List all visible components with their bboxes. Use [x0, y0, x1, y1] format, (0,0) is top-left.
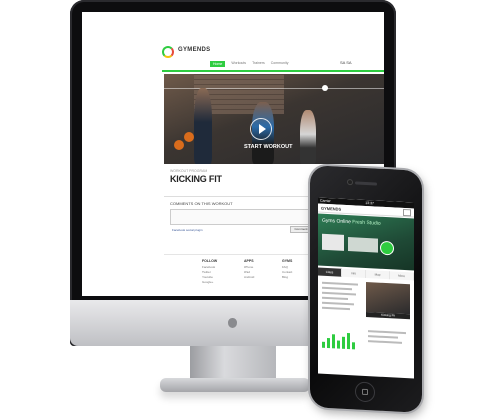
hero-progress-track[interactable]: [164, 88, 384, 89]
footer-column-gyms: GYMS FAQ Contact Blog: [282, 259, 292, 280]
list-item[interactable]: [322, 281, 358, 286]
play-icon[interactable]: [250, 118, 272, 140]
list-item[interactable]: [368, 330, 406, 335]
progress-bar: [327, 337, 330, 349]
kettlebell-icon: [184, 132, 194, 142]
list-item[interactable]: [322, 301, 354, 306]
workout-kicker: WORKOUT PROGRAM: [170, 169, 208, 173]
footer-heading: APPS: [244, 259, 254, 263]
detail-list: [368, 330, 408, 347]
footer-link[interactable]: Blog: [282, 275, 292, 280]
progress-bar: [347, 333, 350, 350]
progress-bar: [342, 336, 345, 349]
list-item[interactable]: [368, 340, 402, 344]
mobile-brand-name[interactable]: GYMENDS: [321, 206, 341, 212]
front-camera-icon: [348, 180, 352, 185]
comment-input[interactable]: [170, 209, 312, 225]
footer-link[interactable]: Google+: [202, 280, 217, 285]
tab-class[interactable]: Class: [318, 267, 342, 277]
footer-link[interactable]: Android: [244, 275, 254, 280]
mobile-video-label: Kicking Fit: [366, 312, 410, 320]
list-item[interactable]: [322, 296, 348, 301]
footer-heading: FOLLOW: [202, 259, 218, 263]
promo-card[interactable]: [322, 233, 344, 251]
hero-progress-knob[interactable]: [322, 85, 328, 91]
nav-item-workouts[interactable]: Workouts: [231, 61, 246, 67]
progress-bar: [322, 341, 325, 348]
progress-bar: [337, 340, 340, 349]
progress-bars: [322, 328, 362, 350]
iphone-device: Carrier 13:37 GYMENDS Gyms Online Fresh …: [310, 165, 422, 413]
start-workout-label[interactable]: START WORKOUT: [244, 144, 292, 150]
brand-logo-icon[interactable]: [162, 46, 174, 58]
imac-stand-neck: [190, 346, 276, 380]
play-icon[interactable]: [380, 240, 394, 256]
comment-submit-button[interactable]: Comment: [290, 226, 312, 233]
facebook-plugin-label[interactable]: Facebook social plugin: [172, 228, 203, 232]
footer-heading: GYMS: [282, 259, 293, 263]
mobile-screen: Carrier 13:37 GYMENDS Gyms Online Fresh …: [318, 197, 414, 379]
main-nav: Home Workouts Trainers Community: [210, 61, 288, 67]
promo-card[interactable]: [348, 237, 378, 253]
hero-video[interactable]: START WORKOUT: [164, 74, 384, 164]
imac-stand-foot: [160, 378, 310, 392]
list-item[interactable]: [322, 291, 356, 296]
list-item[interactable]: [322, 286, 352, 291]
progress-bar: [332, 334, 335, 349]
nav-item-home[interactable]: Home: [210, 61, 226, 67]
nav-item-community[interactable]: Community: [271, 61, 289, 67]
account-menu[interactable]: SA SA: [340, 60, 352, 65]
tab-more[interactable]: More: [390, 271, 414, 281]
trainer-figure: [300, 110, 316, 164]
hamburger-menu-icon[interactable]: [403, 208, 411, 217]
trainer-figure: [194, 88, 212, 164]
nav-item-trainers[interactable]: Trainers: [252, 61, 265, 67]
mobile-video-thumbnail[interactable]: [366, 282, 410, 315]
apple-logo-icon: [228, 318, 237, 328]
brand-name[interactable]: GYMENDS: [178, 47, 210, 53]
header-accent-bar: [162, 70, 384, 72]
footer-column-follow: FOLLOW Facebook Twitter Youtube Google+: [202, 259, 217, 285]
list-item[interactable]: [368, 335, 398, 339]
earpiece-speaker: [355, 181, 377, 186]
home-button[interactable]: [355, 381, 375, 403]
kettlebell-icon: [174, 140, 184, 150]
workout-title: KICKING FIT: [170, 174, 222, 184]
list-item[interactable]: [322, 306, 350, 311]
footer-column-apps: APPS iPhone iPad Android: [244, 259, 254, 280]
tab-info[interactable]: Info: [342, 268, 366, 278]
schedule-list: [322, 281, 362, 314]
progress-bar: [352, 342, 355, 350]
comments-title: COMMENTS ON THIS WORKOUT: [170, 201, 233, 206]
tab-map[interactable]: Map: [366, 270, 390, 280]
